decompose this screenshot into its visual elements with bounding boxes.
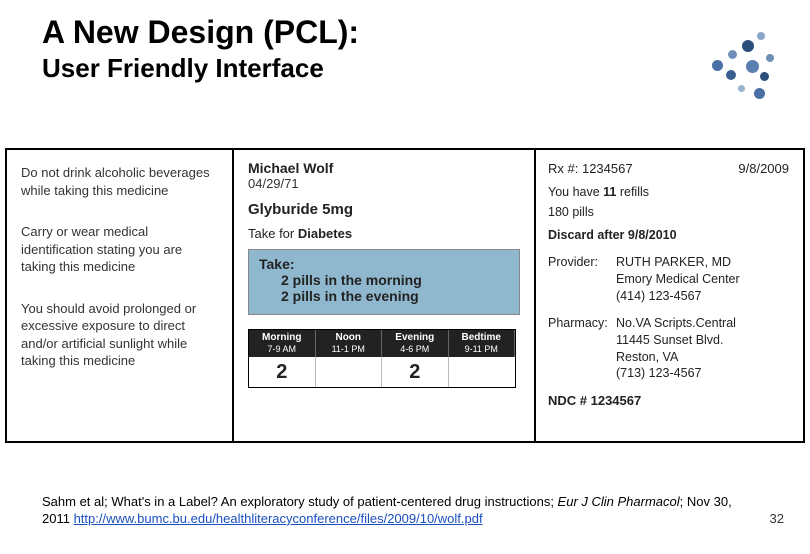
slide: A New Design (PCL): User Friendly Interf…	[0, 14, 810, 554]
col-time: 11-1 PM	[317, 344, 381, 354]
dosage-line: 2 pills in the evening	[259, 288, 509, 304]
condition-name: Diabetes	[298, 226, 352, 241]
schedule-header: Noon11-1 PM	[316, 330, 383, 357]
rx-info-column: Rx #: 1234567 9/8/2009 You have 11 refil…	[536, 150, 803, 441]
schedule-header: Morning7-9 AM	[249, 330, 316, 357]
col-label: Morning	[250, 332, 314, 344]
col-time: 7-9 AM	[250, 344, 314, 354]
rx-date: 9/8/2009	[738, 160, 789, 178]
rx-number: Rx #: 1234567	[548, 160, 633, 178]
pharmacy-value: No.VA Scripts.Central 11445 Sunset Blvd.…	[616, 315, 789, 383]
dosage-box: Take: 2 pills in the morning 2 pills in …	[248, 249, 520, 315]
schedule-cell: 2	[249, 357, 316, 387]
pharmacy-label: Pharmacy:	[548, 315, 616, 383]
schedule-table: Morning7-9 AM Noon11-1 PM Evening4-6 PM …	[248, 329, 516, 388]
discard-date: Discard after 9/8/2010	[548, 227, 789, 244]
col-time: 9-11 PM	[450, 344, 514, 354]
citation: Sahm et al; What's in a Label? An explor…	[42, 494, 742, 528]
rx-top-row: Rx #: 1234567 9/8/2009	[548, 160, 789, 178]
patient-name: Michael Wolf	[248, 160, 520, 176]
col-label: Noon	[317, 332, 381, 344]
warning-text: Do not drink alcoholic beverages while t…	[21, 164, 218, 199]
col-label: Evening	[383, 332, 447, 344]
warning-text: You should avoid prolonged or excessive …	[21, 300, 218, 370]
citation-link[interactable]: http://www.bumc.bu.edu/healthliteracycon…	[74, 511, 483, 526]
condition-prefix: Take for	[248, 226, 298, 241]
provider-label: Provider:	[548, 254, 616, 305]
prescription-label: Do not drink alcoholic beverages while t…	[5, 148, 805, 443]
schedule-header: Bedtime9-11 PM	[449, 330, 516, 357]
warnings-column: Do not drink alcoholic beverages while t…	[7, 150, 232, 441]
provider-value: RUTH PARKER, MD Emory Medical Center (41…	[616, 254, 789, 305]
condition-line: Take for Diabetes	[248, 226, 520, 241]
provider-row: Provider: RUTH PARKER, MD Emory Medical …	[548, 254, 789, 305]
patient-dob: 04/29/71	[248, 176, 520, 191]
schedule-cell: 2	[382, 357, 449, 387]
dosage-column: Michael Wolf 04/29/71 Glyburide 5mg Take…	[234, 150, 534, 441]
dosage-line: 2 pills in the morning	[259, 272, 509, 288]
schedule-cell	[449, 357, 516, 387]
page-number: 32	[770, 511, 784, 526]
decorative-dots-icon	[702, 20, 782, 100]
col-label: Bedtime	[450, 332, 514, 344]
citation-journal: Eur J Clin Pharmacol	[558, 494, 680, 509]
drug-name: Glyburide 5mg	[248, 201, 520, 218]
refills-line: You have 11 refills	[548, 184, 789, 201]
warning-text: Carry or wear medical identification sta…	[21, 223, 218, 276]
pill-count: 180 pills	[548, 204, 789, 221]
slide-title: A New Design (PCL):	[42, 14, 810, 51]
citation-text: Sahm et al; What's in a Label? An explor…	[42, 494, 558, 509]
schedule-cell	[316, 357, 383, 387]
dosage-header: Take:	[259, 256, 509, 272]
col-time: 4-6 PM	[383, 344, 447, 354]
ndc-number: NDC # 1234567	[548, 392, 789, 410]
pharmacy-row: Pharmacy: No.VA Scripts.Central 11445 Su…	[548, 315, 789, 383]
schedule-header: Evening4-6 PM	[382, 330, 449, 357]
slide-subtitle: User Friendly Interface	[42, 53, 810, 84]
